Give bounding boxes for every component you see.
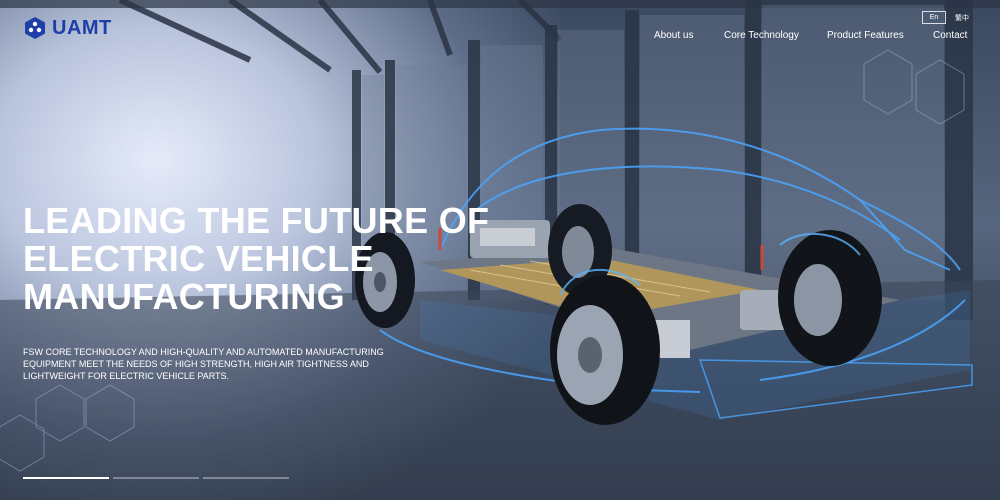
headline-line-1: LEADING THE FUTURE OF: [23, 200, 490, 241]
slide-indicator-2[interactable]: [113, 477, 199, 479]
wheel-rear-right: [778, 230, 882, 366]
slide-indicator-1[interactable]: [23, 477, 109, 479]
hero-headline: LEADING THE FUTURE OF ELECTRIC VEHICLE M…: [23, 202, 543, 316]
language-switcher: En 繁中: [922, 11, 969, 24]
slide-indicators: [23, 477, 293, 479]
wheel-rear-left: [550, 275, 660, 425]
headline-line-3: MANUFACTURING: [23, 276, 345, 317]
brand-logo[interactable]: UAMT: [23, 16, 112, 40]
language-tc-button[interactable]: 繁中: [955, 13, 969, 23]
nav-product-features[interactable]: Product Features: [827, 30, 904, 41]
nav-core-technology[interactable]: Core Technology: [724, 30, 799, 41]
slide-indicator-3[interactable]: [203, 477, 289, 479]
headline-line-2: ELECTRIC VEHICLE: [23, 238, 374, 279]
nav-contact[interactable]: Contact: [933, 30, 967, 41]
site-header: UAMT About us Core Technology Product Fe…: [0, 0, 1000, 70]
hexagon-cluster-icon: [25, 17, 45, 39]
language-en-button[interactable]: En: [922, 11, 946, 24]
nav-about-us[interactable]: About us: [654, 30, 693, 41]
brand-name: UAMT: [52, 16, 112, 39]
hero-subtext: FSW CORE TECHNOLOGY AND HIGH-QUALITY AND…: [23, 347, 384, 381]
hero-section: UAMT About us Core Technology Product Fe…: [0, 0, 1000, 500]
